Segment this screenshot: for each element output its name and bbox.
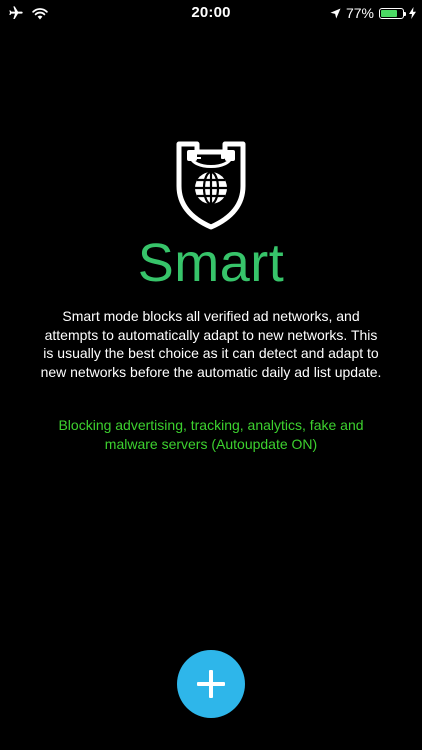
mode-title: Smart: [137, 233, 285, 293]
mode-description: Smart mode blocks all verified ad networ…: [40, 308, 382, 380]
battery-icon: [379, 7, 406, 19]
blocking-status-text: Blocking advertising, tracking, analytic…: [58, 417, 364, 452]
location-arrow-icon: [330, 7, 341, 19]
battery-level-fill: [381, 9, 398, 17]
shield-globe-plug-icon: [176, 141, 246, 230]
battery-percent: 77%: [345, 5, 374, 21]
charging-bolt-icon: [409, 7, 416, 19]
add-button[interactable]: [177, 650, 245, 718]
plus-icon: [197, 670, 225, 698]
status-bar-right: 77%: [330, 4, 416, 22]
status-bar: 20:00 77%: [0, 0, 422, 26]
